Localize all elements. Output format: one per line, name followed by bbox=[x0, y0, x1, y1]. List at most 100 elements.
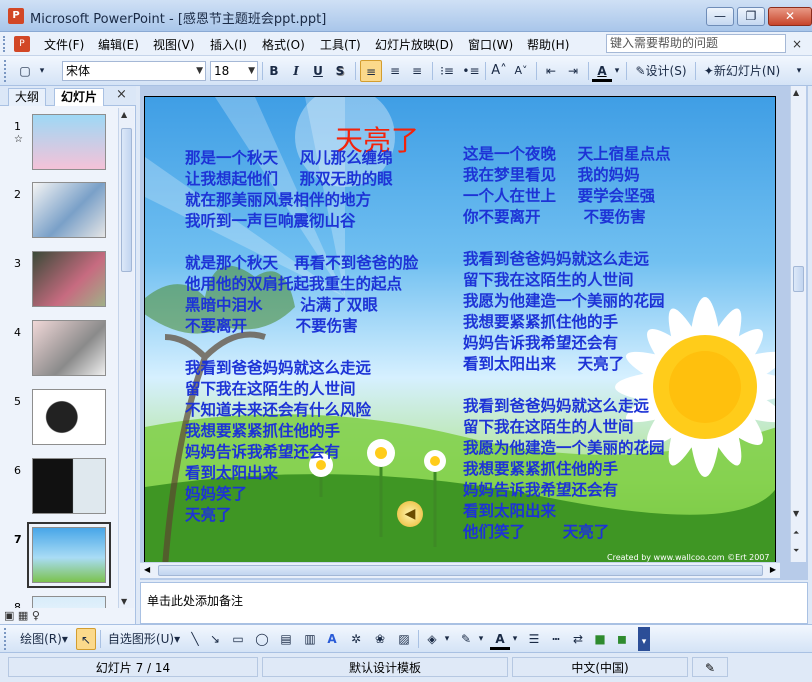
draw-menu-button[interactable]: 绘图(R)▾ bbox=[16, 628, 72, 650]
lyrics-left-column[interactable]: 那是一个秋天 风儿那么缠绵 让我想起他们 那双无助的眼 就在那美丽风景相伴的地方… bbox=[185, 147, 418, 525]
underline-button[interactable]: U bbox=[308, 60, 328, 82]
minimize-button[interactable]: — bbox=[706, 7, 734, 26]
textbox-tool-icon[interactable]: ▤ bbox=[276, 628, 296, 650]
menu-format[interactable]: 格式(O) bbox=[262, 36, 305, 53]
scroll-right-icon[interactable]: ▶ bbox=[770, 565, 776, 574]
font-size-select[interactable]: 18 ▼ bbox=[210, 61, 258, 81]
font-name-select[interactable]: 宋体 ▼ bbox=[62, 61, 206, 81]
tab-outline[interactable]: 大纲 bbox=[8, 88, 47, 106]
lyrics-right-column[interactable]: 这是一个夜晚 天上宿星点点 我在梦里看见 我的妈妈 一个人在世上 要学会坚强 你… bbox=[463, 143, 671, 542]
diagram-icon[interactable]: ✲ bbox=[346, 628, 366, 650]
numbered-list-icon[interactable]: ⁝≡ bbox=[436, 60, 458, 82]
shadow-button[interactable]: S bbox=[330, 60, 350, 82]
new-slide-button[interactable]: ✦新幻灯片(N) bbox=[698, 60, 786, 82]
tab-slides[interactable]: 幻灯片 bbox=[54, 88, 105, 106]
powerpoint-app-icon[interactable]: P bbox=[8, 8, 24, 24]
menu-slideshow[interactable]: 幻灯片放映(D) bbox=[375, 36, 454, 53]
arrow-tool-icon[interactable]: ↘ bbox=[206, 628, 224, 650]
italic-button[interactable]: I bbox=[286, 60, 306, 82]
toolbar-grip-icon[interactable] bbox=[4, 628, 10, 650]
increase-font-icon[interactable]: A˄ bbox=[488, 60, 510, 82]
scroll-up-icon[interactable]: ▲ bbox=[793, 88, 799, 97]
spelling-status-icon[interactable]: ✎ bbox=[692, 657, 728, 677]
slide-thumbnail-8[interactable] bbox=[32, 596, 106, 608]
scroll-down-icon[interactable]: ▼ bbox=[793, 509, 799, 518]
menu-tools[interactable]: 工具(T) bbox=[320, 36, 361, 53]
menu-edit[interactable]: 编辑(E) bbox=[98, 36, 139, 53]
chevron-down-icon[interactable]: ▾ bbox=[442, 628, 452, 650]
toolbar-options-icon[interactable]: ▾ bbox=[792, 60, 806, 82]
menu-help[interactable]: 帮助(H) bbox=[527, 36, 569, 53]
wordart-icon[interactable]: A bbox=[322, 628, 342, 650]
document-icon[interactable]: P bbox=[14, 36, 30, 52]
toolbar-grip-icon[interactable] bbox=[3, 36, 6, 52]
slide-thumbnail-1[interactable] bbox=[32, 114, 106, 170]
select-pointer-icon[interactable]: ↖ bbox=[76, 628, 96, 650]
toolbar-options-icon[interactable]: ▾ bbox=[36, 60, 48, 82]
maximize-button[interactable]: ❐ bbox=[737, 7, 765, 26]
next-slide-icon[interactable]: ⏷ bbox=[793, 546, 799, 556]
scroll-left-icon[interactable]: ◀ bbox=[144, 565, 150, 574]
bold-button[interactable]: B bbox=[264, 60, 284, 82]
normal-view-icon[interactable]: ▣ bbox=[4, 609, 14, 622]
slide-sorter-view-icon[interactable]: ▦ bbox=[18, 609, 28, 622]
new-document-icon[interactable]: ▢ bbox=[14, 60, 36, 82]
slide-canvas[interactable]: 天亮了 那是一个秋天 风儿那么缠绵 让我想起他们 那双无助的眼 就在那美丽风景相… bbox=[144, 96, 776, 566]
toolbar-grip-icon[interactable] bbox=[4, 60, 10, 82]
scrollbar-thumb[interactable] bbox=[158, 565, 763, 576]
oval-tool-icon[interactable]: ◯ bbox=[252, 628, 272, 650]
thumbnails-scrollbar[interactable]: ▲ ▼ bbox=[118, 108, 134, 608]
slide-thumbnail-3[interactable] bbox=[32, 251, 106, 307]
sound-icon[interactable]: ◀ bbox=[397, 501, 423, 527]
scrollbar-thumb[interactable] bbox=[793, 266, 804, 292]
slide-thumbnail-2[interactable] bbox=[32, 182, 106, 238]
chevron-down-icon[interactable]: ▾ bbox=[476, 628, 486, 650]
menu-window[interactable]: 窗口(W) bbox=[468, 36, 513, 53]
align-right-icon[interactable]: ≡ bbox=[406, 60, 428, 82]
shadow-style-icon[interactable]: ■ bbox=[590, 628, 610, 650]
line-color-icon[interactable]: ✎ bbox=[456, 628, 476, 650]
vertical-textbox-icon[interactable]: ▥ bbox=[300, 628, 320, 650]
slide-thumbnail-4[interactable] bbox=[32, 320, 106, 376]
notes-pane[interactable]: 单击此处添加备注 bbox=[140, 582, 808, 624]
slideshow-view-icon[interactable]: ♀ bbox=[32, 609, 40, 622]
document-close-icon[interactable]: × bbox=[792, 37, 802, 51]
autoshapes-button[interactable]: 自选图形(U)▾ bbox=[104, 628, 184, 650]
previous-slide-icon[interactable]: ⏶ bbox=[793, 528, 799, 538]
align-left-icon[interactable]: ≡ bbox=[360, 60, 382, 82]
3d-style-icon[interactable]: ◼ bbox=[612, 628, 632, 650]
increase-indent-icon[interactable]: ⇥ bbox=[562, 60, 584, 82]
menu-view[interactable]: 视图(V) bbox=[153, 36, 195, 53]
dash-style-icon[interactable]: ┅ bbox=[546, 628, 566, 650]
rectangle-tool-icon[interactable]: ▭ bbox=[228, 628, 248, 650]
scroll-up-icon[interactable]: ▲ bbox=[121, 110, 127, 119]
menu-insert[interactable]: 插入(I) bbox=[210, 36, 247, 53]
arrow-style-icon[interactable]: ⇄ bbox=[568, 628, 588, 650]
design-button[interactable]: ✎设计(S) bbox=[630, 60, 692, 82]
font-color-icon[interactable]: A bbox=[592, 60, 612, 82]
scroll-down-icon[interactable]: ▼ bbox=[121, 597, 127, 606]
decrease-font-icon[interactable]: A˅ bbox=[510, 60, 532, 82]
slide-horizontal-scrollbar[interactable]: ◀ ▶ bbox=[140, 562, 780, 578]
slide-thumbnail-5[interactable] bbox=[32, 389, 106, 445]
insert-picture-icon[interactable]: ▨ bbox=[394, 628, 414, 650]
help-search-input[interactable]: 键入需要帮助的问题 bbox=[606, 34, 786, 53]
slide-thumbnail-7[interactable] bbox=[27, 522, 111, 588]
align-center-icon[interactable]: ≡ bbox=[384, 60, 406, 82]
clipart-icon[interactable]: ❀ bbox=[370, 628, 390, 650]
toolbar-options-icon[interactable]: ▾ bbox=[638, 627, 650, 651]
scrollbar-thumb[interactable] bbox=[121, 128, 132, 272]
line-style-icon[interactable]: ☰ bbox=[524, 628, 544, 650]
close-button[interactable]: ✕ bbox=[768, 7, 812, 26]
bullet-list-icon[interactable]: •≡ bbox=[460, 60, 482, 82]
menu-file[interactable]: 文件(F) bbox=[44, 36, 84, 53]
close-pane-icon[interactable]: × bbox=[116, 87, 127, 102]
font-color-icon[interactable]: A bbox=[490, 628, 510, 650]
chevron-down-icon[interactable]: ▾ bbox=[612, 60, 622, 82]
slide-thumbnail-6[interactable] bbox=[32, 458, 106, 514]
line-tool-icon[interactable]: ╲ bbox=[186, 628, 204, 650]
fill-color-icon[interactable]: ◈ bbox=[422, 628, 442, 650]
chevron-down-icon[interactable]: ▾ bbox=[510, 628, 520, 650]
decrease-indent-icon[interactable]: ⇤ bbox=[540, 60, 562, 82]
slide-vertical-scrollbar[interactable]: ▲ ▼ ⏶ ⏷ bbox=[790, 86, 806, 562]
